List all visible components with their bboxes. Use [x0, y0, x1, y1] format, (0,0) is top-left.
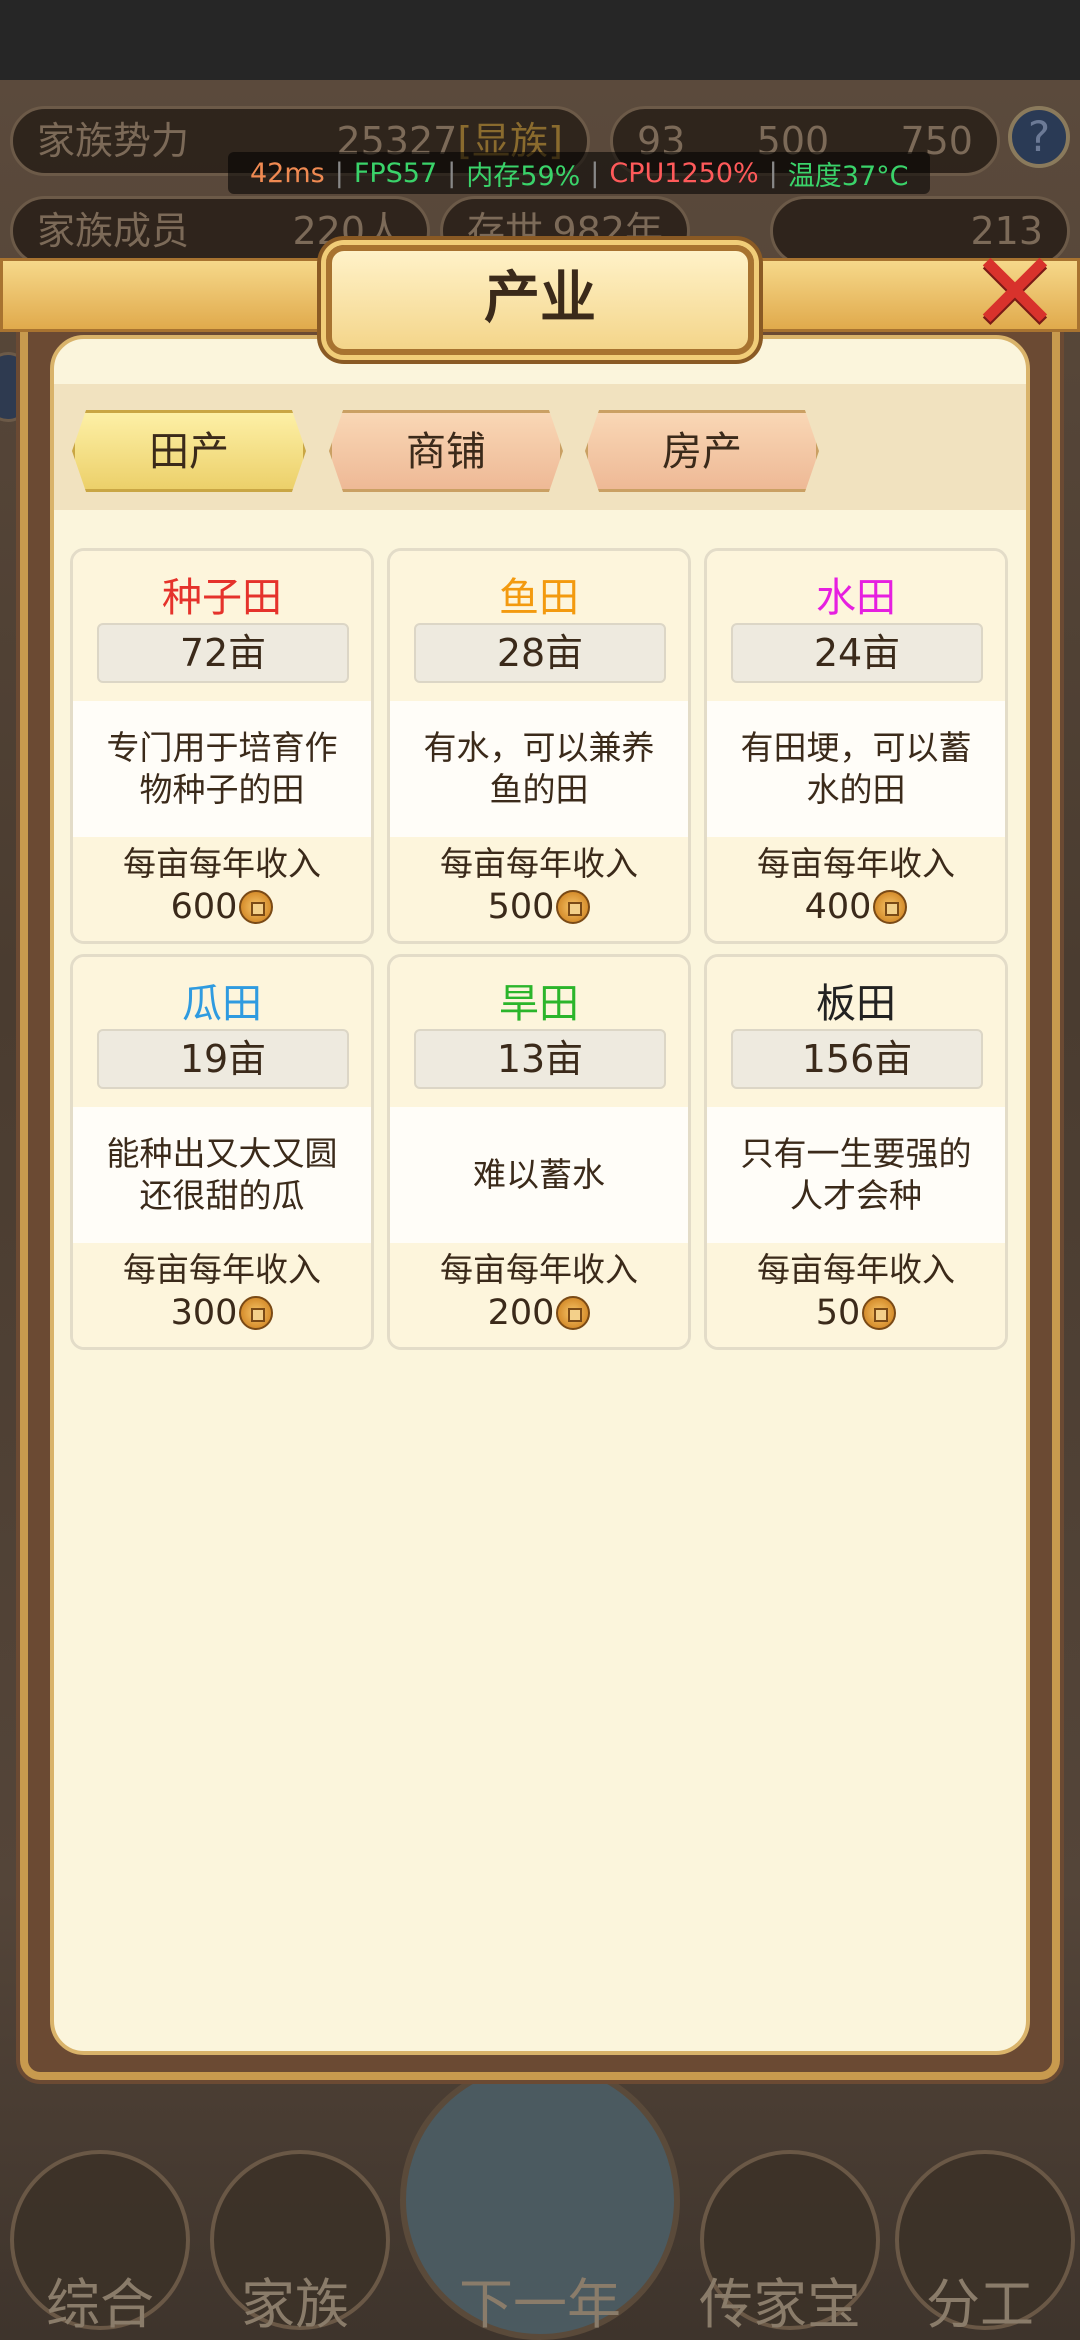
field-income: 每亩每年收入 600 — [73, 837, 371, 941]
tab-shops[interactable]: 商铺 — [329, 410, 563, 492]
farmland-card[interactable]: 旱田 13亩 难以蓄水 每亩每年收入 200 — [387, 954, 691, 1350]
copper-coin-icon — [873, 890, 908, 924]
field-name: 种子田 — [162, 575, 282, 621]
nav-label-heirloom: 传家宝 — [699, 2273, 861, 2336]
panel-header-bar-left — [0, 258, 360, 332]
field-name: 鱼田 — [499, 575, 579, 621]
card-header: 旱田 13亩 — [390, 957, 688, 1107]
performance-overlay: 42ms | FPS57 | 内存59% | CPU1250% | 温度37°C — [228, 152, 931, 194]
copper-coin-icon — [556, 890, 591, 924]
farmland-card[interactable]: 种子田 72亩 专门用于培育作物种子的田 每亩每年收入 600 — [70, 548, 374, 944]
card-header: 种子田 72亩 — [73, 551, 371, 701]
field-area: 19亩 — [97, 1029, 349, 1089]
fps-value: FPS57 — [353, 157, 438, 189]
income-label: 每亩每年收入 — [757, 1250, 955, 1289]
field-income: 每亩每年收入 50 — [707, 1243, 1005, 1347]
income-row: 400 — [707, 885, 1005, 929]
copper-coin-icon — [239, 1296, 274, 1330]
cpu-value: CPU1250% — [609, 157, 759, 189]
ping-value: 42ms — [250, 157, 325, 189]
income-value: 400 — [804, 887, 872, 927]
temperature-value: 温度37°C — [787, 160, 909, 192]
perf-separator: | — [447, 157, 457, 189]
field-area: 72亩 — [97, 623, 349, 683]
perf-separator: | — [590, 157, 600, 189]
income-row: 500 — [390, 885, 688, 929]
income-row: 300 — [73, 1291, 371, 1335]
field-area: 13亩 — [414, 1029, 666, 1089]
perf-separator: | — [334, 157, 344, 189]
income-value: 600 — [170, 887, 238, 927]
income-value: 500 — [487, 887, 555, 927]
field-description: 能种出又大又圆还很甜的瓜 — [73, 1107, 371, 1243]
income-value: 300 — [170, 1293, 238, 1333]
nav-label-division: 分工 — [926, 2273, 1034, 2336]
income-label: 每亩每年收入 — [123, 844, 321, 883]
tab-property[interactable]: 房产 — [585, 410, 819, 492]
field-description: 难以蓄水 — [390, 1107, 688, 1243]
income-row: 200 — [390, 1291, 688, 1335]
card-header: 水田 24亩 — [707, 551, 1005, 701]
system-status-area — [0, 0, 1080, 80]
nav-label-next-year: 下一年 — [459, 2273, 621, 2336]
income-value: 200 — [487, 1293, 555, 1333]
field-description: 只有一生要强的人才会种 — [707, 1107, 1005, 1243]
card-header: 瓜田 19亩 — [73, 957, 371, 1107]
income-row: 50 — [707, 1291, 1005, 1335]
nav-label-family: 家族 — [241, 2273, 349, 2336]
income-label: 每亩每年收入 — [757, 844, 955, 883]
income-label: 每亩每年收入 — [440, 1250, 638, 1289]
income-row: 600 — [73, 885, 371, 929]
income-value: 50 — [815, 1293, 861, 1333]
field-area: 24亩 — [731, 623, 983, 683]
field-area: 156亩 — [731, 1029, 983, 1089]
perf-separator: | — [768, 157, 778, 189]
farmland-card[interactable]: 鱼田 28亩 有水，可以兼养鱼的田 每亩每年收入 500 — [387, 548, 691, 944]
farmland-card[interactable]: 水田 24亩 有田埂，可以蓄水的田 每亩每年收入 400 — [704, 548, 1008, 944]
nav-label-general: 综合 — [46, 2273, 154, 2336]
help-button[interactable]: ? — [1008, 106, 1070, 168]
close-icon[interactable]: ✕ — [960, 237, 1070, 350]
field-description: 有田埂，可以蓄水的田 — [707, 701, 1005, 837]
influence-label: 家族势力 — [37, 119, 190, 163]
field-income: 每亩每年收入 300 — [73, 1243, 371, 1347]
field-income: 每亩每年收入 400 — [707, 837, 1005, 941]
field-description: 专门用于培育作物种子的田 — [73, 701, 371, 837]
copper-coin-icon — [862, 1296, 897, 1330]
tab-farmland[interactable]: 田产 — [72, 410, 306, 492]
card-header: 板田 156亩 — [707, 957, 1005, 1107]
field-name: 板田 — [816, 981, 896, 1027]
field-name: 瓜田 — [182, 981, 262, 1027]
field-name: 旱田 — [499, 981, 579, 1027]
income-label: 每亩每年收入 — [123, 1250, 321, 1289]
field-income: 每亩每年收入 500 — [390, 837, 688, 941]
copper-coin-icon — [239, 890, 274, 924]
panel-title: 产业 — [326, 245, 754, 355]
income-label: 每亩每年收入 — [440, 844, 638, 883]
members-label: 家族成员 — [37, 209, 190, 253]
field-income: 每亩每年收入 200 — [390, 1243, 688, 1347]
field-area: 28亩 — [414, 623, 666, 683]
field-description: 有水，可以兼养鱼的田 — [390, 701, 688, 837]
field-name: 水田 — [816, 575, 896, 621]
copper-coin-icon — [556, 1296, 591, 1330]
farmland-card[interactable]: 板田 156亩 只有一生要强的人才会种 每亩每年收入 50 — [704, 954, 1008, 1350]
memory-value: 内存59% — [466, 160, 581, 192]
card-header: 鱼田 28亩 — [390, 551, 688, 701]
farmland-card[interactable]: 瓜田 19亩 能种出又大又圆还很甜的瓜 每亩每年收入 300 — [70, 954, 374, 1350]
